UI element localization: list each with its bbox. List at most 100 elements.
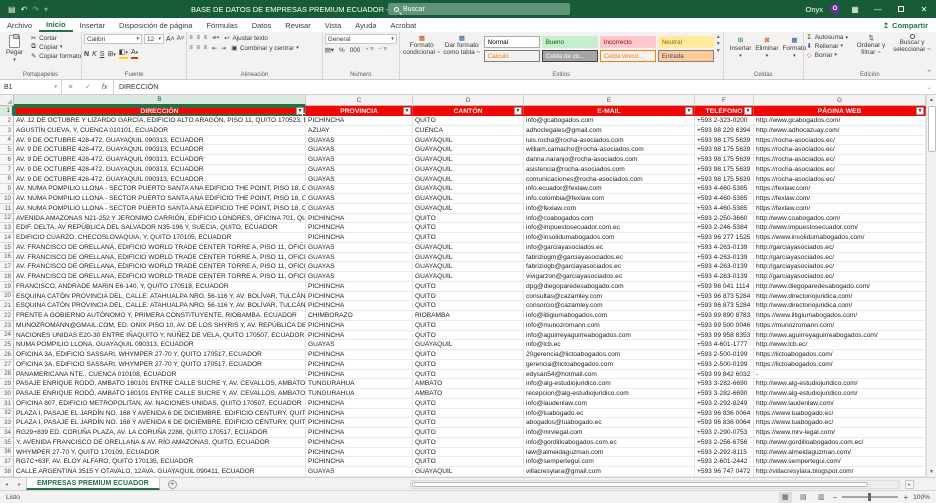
cell-telefono[interactable]: +593 4-263-0139: [695, 243, 754, 253]
cell-direccion[interactable]: AV. 9 DE OCTUBRE 428-472, GUAYAQUIL 0903…: [14, 175, 306, 185]
cell-canton[interactable]: GUAYAQUIL: [413, 272, 524, 282]
cell-telefono[interactable]: +593 2-601-2442: [695, 457, 754, 467]
cell-direccion[interactable]: NACIONES UNIDAS E20-30 ENTRE IÑAQUITO Y,…: [14, 331, 306, 341]
cell-canton[interactable]: GUAYAQUIL: [413, 136, 524, 146]
cell-email[interactable]: luis.rocha@rocha-asociados.com: [524, 136, 695, 146]
cell-web[interactable]: http://www.gordilloabogados.com.ec/: [754, 438, 926, 448]
zoom-slider-thumb[interactable]: [868, 493, 871, 501]
share-button[interactable]: ↥ Compartir: [883, 18, 928, 32]
cell-email[interactable]: info@coabogados.com: [524, 214, 695, 224]
cell-telefono[interactable]: +593 2-500-0199: [695, 360, 754, 370]
row-number[interactable]: 9: [0, 184, 14, 194]
cell-provincia[interactable]: PICHINCHA: [306, 448, 413, 458]
cell-provincia[interactable]: PICHINCHA: [306, 428, 413, 438]
cell-web[interactable]: http://www.alg-estudiojuridico.com/: [754, 379, 926, 389]
row-number[interactable]: 7: [0, 165, 14, 175]
cell-provincia[interactable]: GUAYAS: [306, 145, 413, 155]
cell-canton[interactable]: GUAYAQUIL: [413, 253, 524, 263]
cell-provincia[interactable]: GUAYAS: [306, 175, 413, 185]
row-number[interactable]: 32: [0, 409, 14, 419]
cell-provincia[interactable]: PICHINCHA: [306, 233, 413, 243]
cell-web[interactable]: https://www.tuabogado.ec/: [754, 409, 926, 419]
cell-telefono[interactable]: +593 2-250-3660: [695, 214, 754, 224]
cell-email[interactable]: fabriziogb@garciayasociados.ec: [524, 262, 695, 272]
cell-web[interactable]: http://www.impuestosecuador.com/: [754, 223, 926, 233]
delete-cells-button[interactable]: ⊠Eliminar▾: [755, 36, 778, 59]
cell-web[interactable]: https://rocha-asociados.ec/: [754, 175, 926, 185]
row-number[interactable]: 3: [0, 126, 14, 136]
cell-web[interactable]: https://www.mrv-legal.com/: [754, 428, 926, 438]
cell-email[interactable]: asistencia@rocha-asociados.com: [524, 165, 695, 175]
cell-telefono[interactable]: +593 4-601-1777: [695, 340, 754, 350]
cell-style-chip[interactable]: Normal: [484, 36, 540, 48]
header-cell-provincia[interactable]: PROVINCIA▼: [306, 106, 413, 116]
zoom-out-icon[interactable]: −: [833, 493, 838, 502]
cell-web[interactable]: https://www.litigiumabogados.com/: [754, 311, 926, 321]
row-number[interactable]: 10: [0, 194, 14, 204]
row-number[interactable]: 36: [0, 448, 14, 458]
cell-web[interactable]: https://fexlaw.com/: [754, 194, 926, 204]
underline-button[interactable]: S: [100, 51, 105, 58]
cell-telefono[interactable]: +593 3-282-6690: [695, 389, 754, 399]
cell-direccion[interactable]: AGUSTÍN CUEVA, Y, CUENCA 010101, ECUADOR: [14, 126, 306, 136]
percent-style-button[interactable]: %: [339, 47, 345, 54]
cell-direccion[interactable]: AV. FRANCISCO DE ORELLANA, EDIFICIO WORL…: [14, 243, 306, 253]
zoom-in-icon[interactable]: +: [903, 493, 908, 502]
filter-dropdown-icon[interactable]: ▼: [685, 107, 693, 115]
cell-direccion[interactable]: PASAJE ENRIQUE RODÓ, AMBATO 180101 ENTRE…: [14, 389, 306, 399]
row-number[interactable]: 2: [0, 116, 14, 126]
tab-ayuda[interactable]: Ayuda: [348, 18, 383, 32]
cell-email[interactable]: info@fexlaw.com: [524, 204, 695, 214]
search-box[interactable]: Buscar: [388, 3, 570, 15]
cell-provincia[interactable]: PICHINCHA: [306, 438, 413, 448]
cell-provincia[interactable]: GUAYAS: [306, 467, 413, 477]
hscroll-right-icon[interactable]: ▸: [905, 480, 914, 489]
cell-telefono[interactable]: +593 96 836 0064: [695, 409, 754, 419]
row-number[interactable]: 27: [0, 360, 14, 370]
cell-email[interactable]: edysan54@hotmail.com: [524, 370, 695, 380]
cell-direccion[interactable]: WHYMPER 27-70 Y, QUITO 170109, ECUADOR: [14, 448, 306, 458]
cell-provincia[interactable]: PICHINCHA: [306, 399, 413, 409]
cell-web[interactable]: http://www.adhocazuay.com/: [754, 126, 926, 136]
cell-provincia[interactable]: PICHINCHA: [306, 457, 413, 467]
cell-email[interactable]: info@alg-estudiojuridico.com: [524, 379, 695, 389]
cell-telefono[interactable]: +593 96 873 5284: [695, 301, 754, 311]
header-cell-telefono[interactable]: TELÉFONO▼: [695, 106, 754, 116]
cut-button[interactable]: ✂Cortar: [30, 34, 81, 42]
copy-button[interactable]: ⧉Copiar▾: [30, 43, 81, 51]
cell-provincia[interactable]: GUAYAS: [306, 262, 413, 272]
row-number[interactable]: 11: [0, 204, 14, 214]
cell-web[interactable]: https://lictoabogados.com/: [754, 350, 926, 360]
filter-dropdown-icon[interactable]: ▼: [403, 107, 411, 115]
formula-input[interactable]: DIRECCIÓN: [114, 80, 922, 94]
horizontal-scroll-thumb[interactable]: [412, 482, 868, 487]
minimize-icon[interactable]: —: [870, 0, 886, 18]
cell-canton[interactable]: QUITO: [413, 409, 524, 419]
cell-web[interactable]: https://rocha-asociados.ec/: [754, 155, 926, 165]
cell-provincia[interactable]: PICHINCHA: [306, 321, 413, 331]
cell-direccion[interactable]: PLAZA I, PASAJE EL JARDÍN NO. 168 Y AVEN…: [14, 418, 306, 428]
cell-canton[interactable]: QUITO: [413, 399, 524, 409]
cell-canton[interactable]: QUITO: [413, 233, 524, 243]
cell-canton[interactable]: GUAYAQUIL: [413, 165, 524, 175]
merge-center-button[interactable]: ▣Combinar y centrar▾: [231, 44, 299, 52]
comma-style-button[interactable]: 000: [350, 47, 361, 54]
cell-direccion[interactable]: RG7C+63F, AV. ELOY ALFARO, QUITO 170135,…: [14, 457, 306, 467]
cell-email[interactable]: recepcion@alg-estudiojuridico.com: [524, 389, 695, 399]
row-number[interactable]: 25: [0, 340, 14, 350]
cell-direccion[interactable]: AV. 9 DE OCTUBRE 428-472, GUAYAQUIL 0903…: [14, 155, 306, 165]
row-number[interactable]: 16: [0, 253, 14, 263]
cell-direccion[interactable]: AV. FRANCISCO DE ORELLANA, EDIFICIO WORL…: [14, 253, 306, 263]
conditional-formatting-button[interactable]: ▦ Formato condicional ~: [402, 34, 442, 56]
cell-email[interactable]: info.colombia@fexlaw.com: [524, 194, 695, 204]
cell-telefono[interactable]: +593 2-292-8115: [695, 448, 754, 458]
cell-web[interactable]: http://www.lcb.ec/: [754, 340, 926, 350]
cell-telefono[interactable]: +593 2-256-6756: [695, 438, 754, 448]
tab-disposición-de-página[interactable]: Disposición de página: [112, 18, 199, 32]
cell-canton[interactable]: RIOBAMBA: [413, 311, 524, 321]
tab-fórmulas[interactable]: Fórmulas: [199, 18, 244, 32]
number-format-select[interactable]: General▾: [325, 34, 397, 44]
page-break-view-icon[interactable]: ▥: [815, 492, 828, 503]
cell-provincia[interactable]: GUAYAS: [306, 253, 413, 263]
cell-style-chip[interactable]: Incorrecto: [600, 36, 656, 48]
